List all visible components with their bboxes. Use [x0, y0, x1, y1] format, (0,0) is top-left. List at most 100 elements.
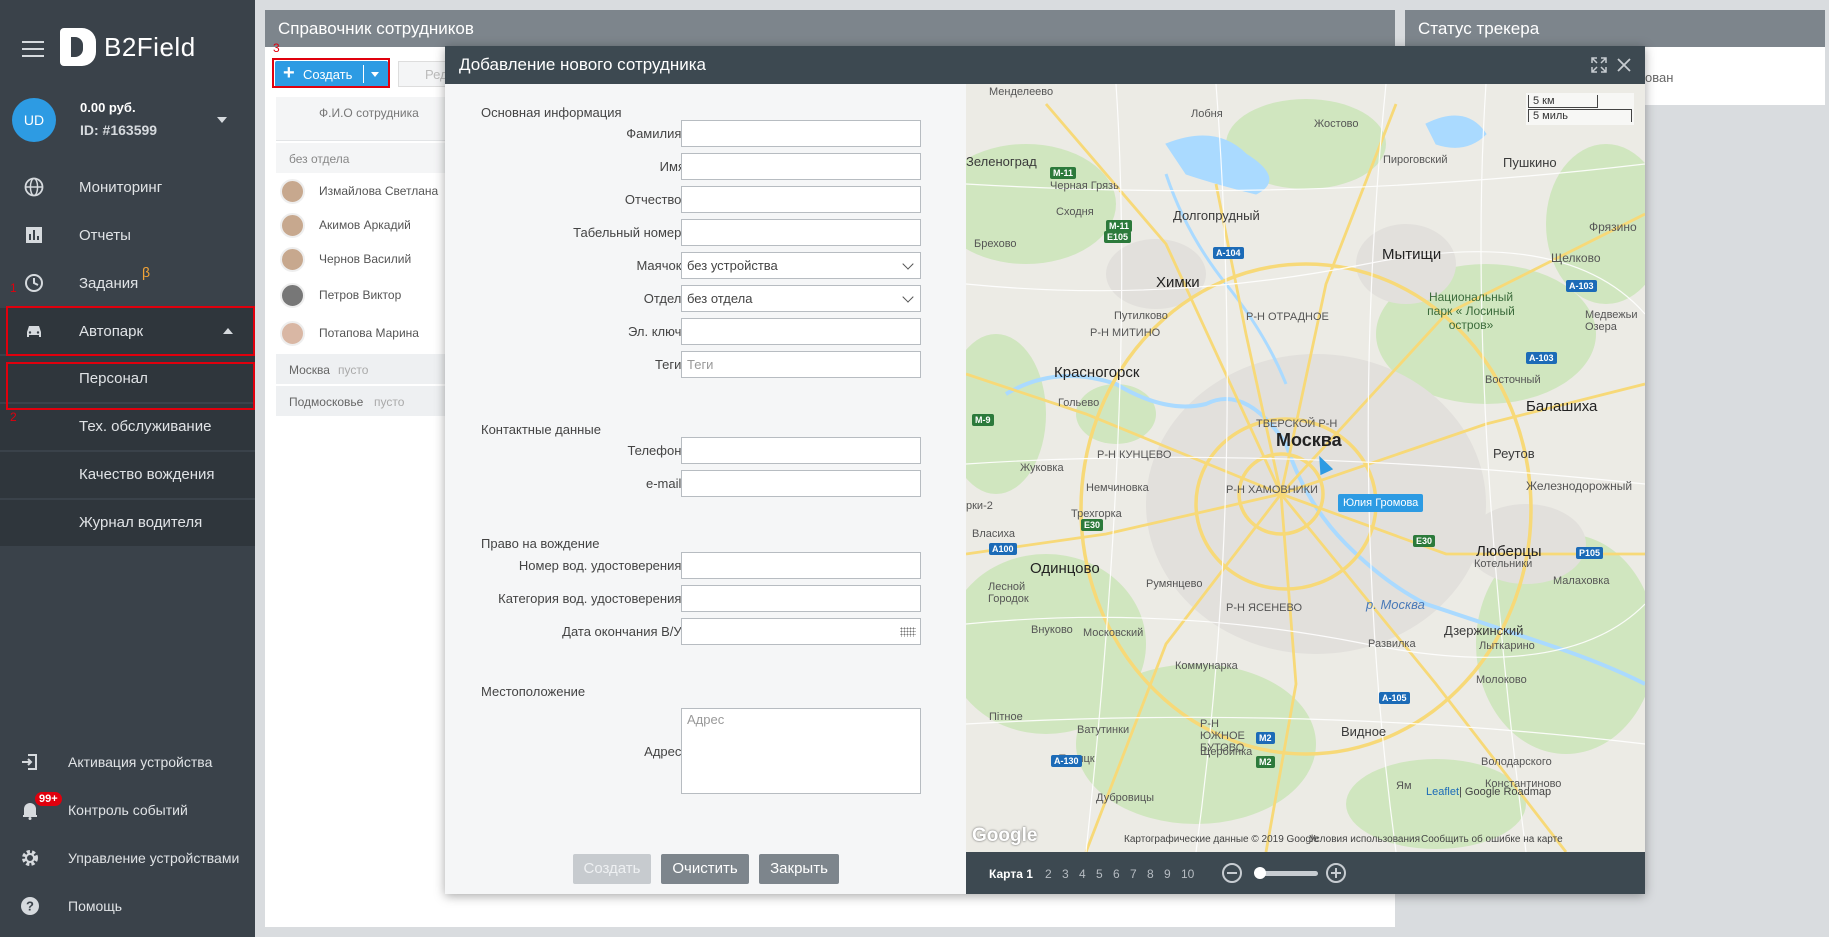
expand-icon[interactable]	[1591, 57, 1607, 73]
sidebar-subitem-maintenance[interactable]: Тех. обслуживание	[0, 404, 255, 450]
map-label: Балашиха	[1526, 398, 1598, 415]
map-label: Дзержинский	[1444, 623, 1524, 638]
sidebar-subitem-driver-log[interactable]: Журнал водителя	[0, 500, 255, 546]
license-number-input[interactable]	[681, 552, 921, 579]
map-label: Одинцово	[1030, 560, 1100, 577]
employee-row[interactable]: Петров Виктор	[276, 277, 446, 313]
section-title-driving: Право на вождение	[481, 536, 600, 551]
logo[interactable]: B2Field	[60, 28, 196, 66]
enter-icon	[22, 754, 37, 770]
label-beacon: Маячок:	[636, 258, 685, 273]
create-submit-button[interactable]: Создать	[573, 854, 651, 884]
sidebar-item-label: Отчеты	[79, 226, 131, 244]
group-row[interactable]: Подмосковье пусто	[276, 386, 446, 416]
label-surname: Фамилия:	[626, 126, 685, 141]
address-textarea[interactable]: Адрес	[681, 708, 921, 794]
employee-photo	[280, 321, 305, 346]
sidebar-item-reports[interactable]: Отчеты	[0, 212, 255, 258]
sidebar-subitem-driving-quality[interactable]: Качество вождения	[0, 452, 255, 498]
employee-row[interactable]: Чернов Василий	[276, 241, 446, 277]
group-row[interactable]: Москва пусто	[276, 354, 446, 384]
map-label: Железнодорожный	[1526, 479, 1633, 493]
tracker-status-text: ован	[1645, 70, 1674, 85]
license-category-input[interactable]	[681, 585, 921, 612]
sidebar-item-monitoring[interactable]: Мониторинг	[0, 164, 255, 210]
zoom-in-icon[interactable]	[1326, 863, 1346, 883]
phone-input[interactable]	[681, 437, 921, 464]
map-page[interactable]: 3	[1062, 867, 1069, 881]
employee-row[interactable]: Акимов Аркадий	[276, 207, 446, 243]
map-page[interactable]: 4	[1079, 867, 1086, 881]
report-link[interactable]: Сообщить об ошибке на карте	[1421, 834, 1563, 845]
map-label: Медвежьи Озера	[1585, 309, 1638, 333]
logo-mark	[60, 28, 96, 66]
label-address: Адрес:	[644, 744, 685, 759]
zoom-slider-handle[interactable]	[1254, 867, 1266, 879]
surname-input[interactable]	[681, 120, 921, 147]
map-label: Молоково	[1476, 674, 1527, 686]
tab-number-input[interactable]	[681, 219, 921, 246]
map-page[interactable]: 5	[1096, 867, 1103, 881]
tags-input[interactable]: Теги	[681, 351, 921, 378]
employee-name: Петров Виктор	[319, 288, 402, 302]
map-label: Власиха	[972, 528, 1016, 540]
group-name: без отдела	[289, 152, 350, 166]
label-email: e-mail:	[645, 476, 685, 491]
modal-header: Добавление нового сотрудника	[445, 46, 1645, 84]
leaflet-link[interactable]: Leaflet	[1426, 786, 1459, 798]
group-row[interactable]: без отдела	[276, 143, 446, 173]
events-badge: 99+	[35, 792, 62, 806]
map-page[interactable]: 7	[1130, 867, 1137, 881]
map-page[interactable]: 10	[1181, 867, 1194, 881]
sidebar-item-label: Задания	[79, 274, 139, 292]
chevron-down-icon[interactable]	[217, 117, 227, 123]
menu-icon[interactable]	[22, 41, 44, 57]
label-license-expiry: Дата окончания В/У:	[562, 624, 685, 639]
employee-row[interactable]: Измайлова Светлана	[276, 173, 446, 209]
map-label: Видное	[1341, 724, 1387, 739]
map-label: Внуково	[1031, 624, 1073, 636]
map-bar: Карта 1 2 3 4 5 6 7 8 9 10	[966, 852, 1645, 894]
sidebar-item-label: Активация устройства	[68, 754, 213, 770]
map[interactable]: Москва ТВЕРСКОЙ Р-Н Р-Н ХАМОВНИКИ Химки …	[966, 84, 1645, 852]
clear-button[interactable]: Очистить	[661, 854, 749, 884]
map-page[interactable]: 9	[1164, 867, 1171, 881]
avatar: UD	[12, 98, 56, 142]
email-input[interactable]	[681, 470, 921, 497]
map-page-1[interactable]: Карта 1	[989, 867, 1033, 881]
zoom-out-icon[interactable]	[1222, 863, 1242, 883]
license-expiry-input[interactable]	[681, 618, 921, 645]
list-header: Ф.И.О сотрудника	[276, 97, 446, 141]
close-button[interactable]: Закрыть	[759, 854, 839, 884]
tracker-panel-title: Статус трекера	[1405, 10, 1825, 47]
map-page[interactable]: 2	[1045, 867, 1052, 881]
calendar-icon[interactable]	[900, 627, 916, 637]
sidebar-item-device-management[interactable]: Управление устройствами	[0, 838, 255, 878]
sidebar-item-tasks[interactable]: Задания	[0, 260, 255, 306]
sidebar-item-help[interactable]: ? Помощь	[0, 886, 255, 926]
e-key-input[interactable]	[681, 318, 921, 345]
beacon-select[interactable]: без устройства	[681, 252, 921, 279]
tracker-label[interactable]: Юлия Громова	[1338, 494, 1424, 512]
map-label: Сходня	[1056, 206, 1094, 218]
map-page[interactable]: 6	[1113, 867, 1120, 881]
patronymic-input[interactable]	[681, 186, 921, 213]
sidebar-item-device-activation[interactable]: Активация устройства	[0, 742, 255, 782]
map-label-moscow: Москва	[1276, 430, 1342, 450]
employee-row[interactable]: Потапова Марина	[276, 315, 446, 351]
beacon-value: без устройства	[687, 258, 778, 273]
map-page[interactable]: 8	[1147, 867, 1154, 881]
terms-link[interactable]: Условия использования	[1309, 834, 1420, 845]
directory-title: Справочник сотрудников	[265, 10, 1395, 47]
name-input[interactable]	[681, 153, 921, 180]
road-shield: E30	[1413, 535, 1436, 547]
department-select[interactable]: без отдела	[681, 285, 921, 312]
close-icon[interactable]	[1616, 57, 1632, 73]
edit-button[interactable]: Ред	[398, 61, 448, 87]
sidebar-item-events[interactable]: 99+ Контроль событий	[0, 790, 255, 830]
beta-badge: β	[142, 264, 151, 280]
section-title-contacts: Контактные данные	[481, 422, 601, 437]
group-status: пусто	[374, 395, 405, 409]
user-account[interactable]: UD 0.00 руб. ID: #163599	[12, 98, 247, 144]
add-employee-modal: Добавление нового сотрудника Основная ин…	[445, 46, 1645, 894]
